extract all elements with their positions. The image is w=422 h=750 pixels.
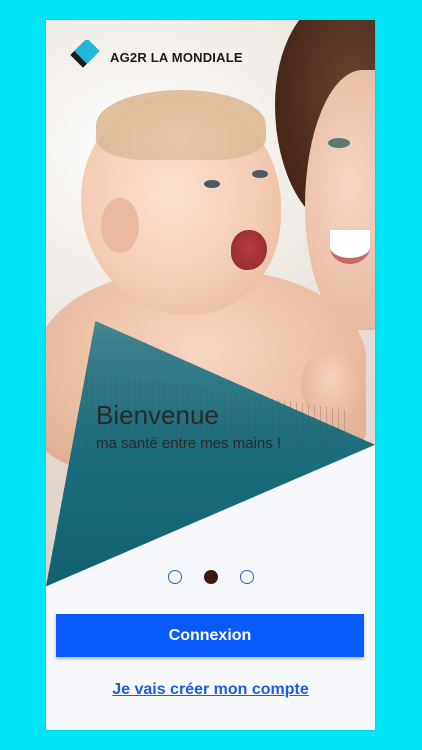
welcome-title: Bienvenue: [96, 400, 219, 430]
page-dot-2[interactable]: [203, 570, 218, 584]
app-screen: AG2R LA MONDIALE Bienvenue ma santé entr…: [46, 20, 375, 730]
logo-mark-icon: [68, 38, 102, 74]
brand-logo: AG2R LA MONDIALE: [68, 38, 243, 74]
create-account-link[interactable]: Je vais créer mon compte: [46, 681, 375, 699]
page-indicator: [46, 570, 375, 584]
brand-name: AG2R LA MONDIALE: [110, 49, 243, 65]
welcome-subtitle: ma santé entre mes mains !: [96, 435, 282, 452]
welcome-block: Bienvenue ma santé entre mes mains !: [96, 400, 281, 454]
page-dot-3[interactable]: [239, 570, 254, 584]
page-dot-1[interactable]: [167, 570, 182, 584]
login-button[interactable]: Connexion: [56, 614, 364, 657]
hero-image: AG2R LA MONDIALE Bienvenue ma santé entr…: [46, 20, 375, 610]
